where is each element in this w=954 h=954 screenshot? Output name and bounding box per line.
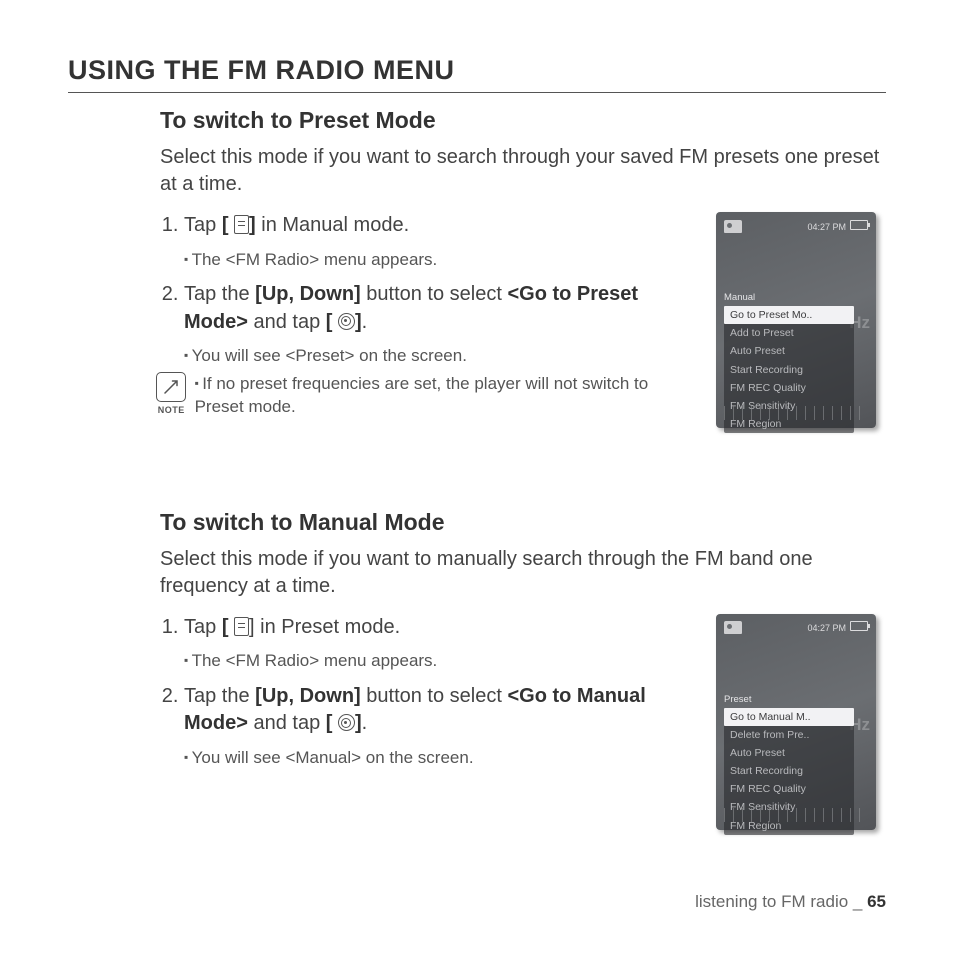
- bracket-open: [: [326, 712, 333, 734]
- bracket-open: [: [326, 311, 333, 333]
- device-time: 04:27 PM: [807, 623, 846, 633]
- radio-icon: [724, 220, 742, 233]
- footer-section: listening to FM radio _: [695, 892, 867, 911]
- step-text: ] in Preset mode.: [249, 616, 400, 638]
- device-screenshot-manual: 04:27 PM Preset Hz Go to Manual M.. Dele…: [716, 614, 876, 830]
- section1-heading: To switch to Preset Mode: [160, 107, 886, 134]
- section2-step2-sub: You will see <Manual> on the screen.: [184, 746, 698, 769]
- section1-step2-sub: You will see <Preset> on the screen.: [184, 344, 698, 367]
- battery-icon: [850, 220, 868, 230]
- step-text: Tap the: [184, 685, 255, 707]
- device-menu-item: FM REC Quality: [724, 379, 854, 397]
- step-text: Tap the: [184, 283, 255, 305]
- step-text: and tap: [248, 712, 326, 734]
- section2-step1-sub: The <FM Radio> menu appears.: [184, 649, 698, 672]
- step-text: Tap: [184, 616, 222, 638]
- page-number: 65: [867, 892, 886, 911]
- section1-step1: Tap [ ] in Manual mode. The <FM Radio> m…: [184, 212, 698, 271]
- radio-icon: [724, 621, 742, 634]
- device-menu-item: Auto Preset: [724, 744, 854, 762]
- updown-label: [Up, Down]: [255, 685, 361, 707]
- section1-step1-sub: The <FM Radio> menu appears.: [184, 248, 698, 271]
- bracket-close: ]: [355, 311, 362, 333]
- device-menu-item: Delete from Pre..: [724, 726, 854, 744]
- frequency-scale: [724, 406, 868, 420]
- device-time: 04:27 PM: [807, 222, 846, 232]
- bracket-open: [: [222, 214, 229, 236]
- step-text: button to select: [361, 283, 508, 305]
- device-menu-item: Go to Preset Mo..: [724, 306, 854, 324]
- select-icon: [338, 313, 355, 330]
- device-screenshot-preset: 04:27 PM Manual Hz Go to Preset Mo.. Add…: [716, 212, 876, 428]
- device-menu-item: Go to Manual M..: [724, 708, 854, 726]
- section2-intro: Select this mode if you want to manually…: [160, 546, 886, 600]
- section1-intro: Select this mode if you want to search t…: [160, 144, 886, 198]
- note-label: NOTE: [158, 404, 185, 416]
- section1-step2: Tap the [Up, Down] button to select <Go …: [184, 281, 698, 419]
- device-menu-item: Start Recording: [724, 762, 854, 780]
- step-text: and tap: [248, 311, 326, 333]
- frequency-scale: [724, 808, 868, 822]
- menu-icon: [234, 215, 249, 234]
- menu-icon: [234, 617, 249, 636]
- device-mode-label: Manual: [724, 292, 755, 303]
- step-text: .: [362, 712, 368, 734]
- section2-step2: Tap the [Up, Down] button to select <Go …: [184, 683, 698, 770]
- section2-step1: Tap [ ] in Preset mode. The <FM Radio> m…: [184, 614, 698, 673]
- select-icon: [338, 714, 355, 731]
- bracket-close: ]: [355, 712, 362, 734]
- note-text: If no preset frequencies are set, the pl…: [195, 372, 698, 419]
- battery-icon: [850, 621, 868, 631]
- bracket-close: ]: [249, 214, 256, 236]
- step-text: .: [362, 311, 368, 333]
- section2-heading: To switch to Manual Mode: [160, 509, 886, 536]
- device-mode-label: Preset: [724, 694, 751, 705]
- page-title: USING THE FM RADIO MENU: [68, 55, 886, 93]
- device-menu-item: FM REC Quality: [724, 780, 854, 798]
- device-menu-item: Add to Preset: [724, 324, 854, 342]
- step-text: button to select: [361, 685, 508, 707]
- step-text: Tap: [184, 214, 222, 236]
- bracket-open: [: [222, 616, 229, 638]
- device-menu-item: Start Recording: [724, 361, 854, 379]
- updown-label: [Up, Down]: [255, 283, 361, 305]
- device-menu-item: Auto Preset: [724, 342, 854, 360]
- page-footer: listening to FM radio _ 65: [695, 892, 886, 912]
- step-text: in Manual mode.: [256, 214, 409, 236]
- note-icon: NOTE: [156, 372, 187, 416]
